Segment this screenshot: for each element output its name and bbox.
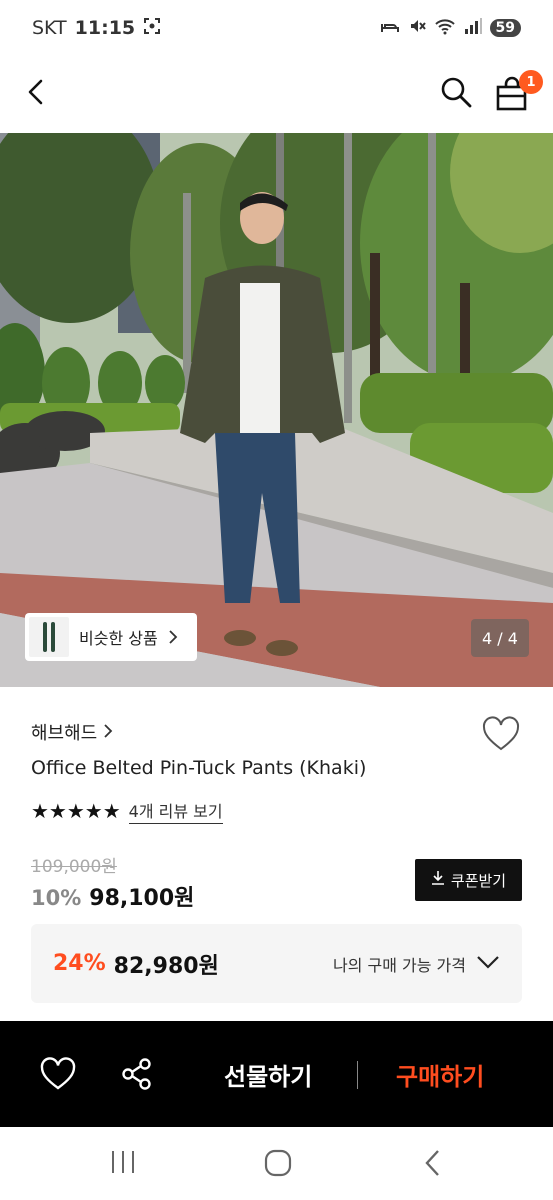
best-price-label: 나의 구매 가능 가격 (332, 955, 466, 975)
similar-products-label: 비슷한 상품 (79, 629, 158, 648)
mute-icon (408, 17, 426, 40)
reviews-link[interactable]: 4개 리뷰 보기 (128, 798, 223, 824)
price-row: 10% 98,100원 (31, 880, 194, 912)
chevron-right-icon (168, 630, 178, 644)
sale-price: 98,100원 (89, 886, 195, 911)
best-discount-rate: 24% (53, 951, 106, 976)
signal-icon (464, 17, 482, 40)
carrier-label: SKT (32, 17, 67, 39)
best-price: 82,980원 (113, 953, 219, 979)
rating-row: ★★★★★ 4개 리뷰 보기 (31, 798, 223, 824)
product-image-gallery[interactable]: 비슷한 상품 4 / 4 (0, 133, 553, 687)
action-divider (357, 1061, 358, 1089)
gift-button[interactable]: 선물하기 (224, 1057, 312, 1092)
similar-product-thumbnail (29, 617, 69, 657)
buy-button[interactable]: 구매하기 (396, 1057, 484, 1092)
back-arrow-icon[interactable] (22, 77, 52, 111)
status-bar: SKT 11:15 59 (0, 0, 553, 56)
screenshot-icon (143, 17, 161, 40)
search-icon[interactable] (439, 75, 473, 113)
like-heart-icon[interactable] (38, 1054, 78, 1094)
recent-apps-icon[interactable] (110, 1149, 136, 1179)
clock: 11:15 (74, 17, 136, 39)
chevron-down-icon (476, 954, 500, 973)
product-name: Office Belted Pin-Tuck Pants (Khaki) (31, 757, 367, 779)
share-icon[interactable] (117, 1054, 157, 1094)
download-icon (431, 870, 445, 890)
back-nav-icon[interactable] (424, 1149, 442, 1181)
image-counter: 4 / 4 (471, 619, 529, 657)
system-navigation-bar (0, 1127, 553, 1200)
battery-icon: 59 (489, 19, 521, 37)
bottom-action-bar: 선물하기 구매하기 (0, 1021, 553, 1127)
rating-stars: ★★★★★ (31, 799, 121, 823)
product-photo (0, 133, 553, 687)
discount-rate: 10% (31, 886, 82, 910)
chevron-right-icon (103, 722, 113, 743)
best-price-box[interactable]: 24% 82,980원 나의 구매 가능 가격 (31, 924, 522, 1003)
cart-count-badge: 1 (519, 70, 543, 94)
alarm-icon (380, 17, 400, 39)
original-price: 109,000원 (31, 857, 117, 877)
app-header: 1 (0, 56, 553, 132)
wifi-icon (434, 17, 456, 40)
similar-products-button[interactable]: 비슷한 상품 (25, 613, 197, 661)
wishlist-heart-icon[interactable] (481, 715, 521, 755)
shopping-bag-icon (495, 76, 529, 116)
brand-name: 해브해드 (31, 723, 98, 744)
coupon-download-button[interactable]: 쿠폰받기 (415, 859, 522, 901)
coupon-label: 쿠폰받기 (450, 871, 507, 890)
cart-button[interactable]: 1 (495, 70, 543, 112)
home-icon[interactable] (264, 1149, 292, 1181)
brand-link[interactable]: 해브해드 (31, 719, 113, 745)
